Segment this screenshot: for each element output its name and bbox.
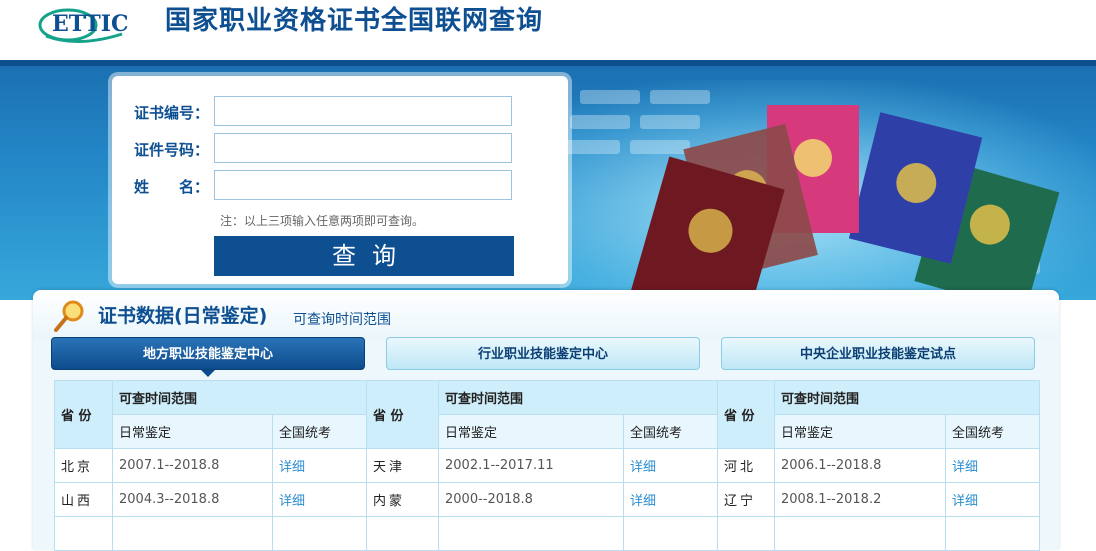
daily-header: 日常鉴定 [112, 414, 273, 449]
range-cell: 2006.1--2018.8 [774, 448, 946, 483]
province-cell: 山西 [54, 482, 113, 517]
search-button[interactable]: 查询 [214, 236, 514, 276]
province-cell: 北京 [54, 448, 113, 483]
national-header: 全国统考 [623, 414, 718, 449]
id-no-label: 证件号码： [134, 141, 210, 159]
detail-link[interactable]: 详细 [945, 448, 1040, 483]
active-tab-pointer [201, 370, 215, 377]
section-title: 证书数据(日常鉴定) [98, 305, 268, 327]
table-row: 山西 2004.3--2018.8 详细 内蒙 2000--2018.8 详细 … [54, 482, 1040, 517]
range-header: 可查时间范围 [438, 380, 718, 415]
id-no-input[interactable] [214, 133, 512, 163]
section-subtitle: 可查询时间范围 [293, 312, 391, 328]
tab-industry-center[interactable]: 行业职业技能鉴定中心 [386, 337, 700, 370]
province-cell: 天津 [366, 448, 439, 483]
daily-header: 日常鉴定 [774, 414, 946, 449]
magnifier-icon [54, 300, 84, 332]
range-cell: 2002.1--2017.11 [438, 448, 624, 483]
table-row: 北京 2007.1--2018.8 详细 天津 2002.1--2017.11 … [54, 448, 1040, 483]
range-cell: 2008.1--2018.2 [774, 482, 946, 517]
site-title: 国家职业资格证书全国联网查询 [165, 6, 544, 36]
table-row [54, 516, 1040, 551]
cert-no-input[interactable] [214, 96, 512, 126]
range-cell: 2000--2018.8 [438, 482, 624, 517]
daily-header: 日常鉴定 [438, 414, 624, 449]
range-cell: 2007.1--2018.8 [112, 448, 273, 483]
detail-link[interactable]: 详细 [945, 482, 1040, 517]
province-cell: 辽宁 [717, 482, 775, 517]
query-range-table: 省 份 可查时间范围 省 份 可查时间范围 省 份 可查时间范围 日常鉴定 全国… [54, 380, 1040, 551]
ettic-logo: ETTIC [38, 8, 129, 44]
detail-link[interactable]: 详细 [272, 448, 367, 483]
cert-no-label: 证书编号： [134, 104, 210, 122]
national-header: 全国统考 [945, 414, 1040, 449]
detail-link[interactable]: 详细 [272, 482, 367, 517]
search-panel: 证书编号： 证件号码： 姓 名： 注：以上三项输入任意两项即可查询。 查询 [112, 76, 568, 284]
range-header: 可查时间范围 [774, 380, 1040, 415]
province-header: 省 份 [366, 380, 439, 449]
range-header: 可查时间范围 [112, 380, 367, 415]
name-input[interactable] [214, 170, 512, 200]
range-cell: 2004.3--2018.8 [112, 482, 273, 517]
tab-local-center[interactable]: 地方职业技能鉴定中心 [51, 337, 365, 370]
table-header-row: 省 份 可查时间范围 省 份 可查时间范围 省 份 可查时间范围 [54, 380, 1040, 449]
certificate-data-section: 证书数据(日常鉴定) 可查询时间范围 地方职业技能鉴定中心 行业职业技能鉴定中心… [33, 290, 1059, 551]
name-label: 姓 名： [134, 178, 210, 196]
header: ETTIC 国家职业资格证书全国联网查询 [0, 0, 1096, 60]
certificate-books-illustration [560, 90, 1060, 300]
detail-link[interactable]: 详细 [623, 482, 718, 517]
table-subheader-row: 日常鉴定 全国统考 日常鉴定 全国统考 日常鉴定 全国统考 [55, 414, 1040, 449]
national-header: 全国统考 [272, 414, 367, 449]
svg-text:ETTIC: ETTIC [52, 11, 129, 37]
province-header: 省 份 [54, 380, 113, 449]
province-cell: 河北 [717, 448, 775, 483]
search-note: 注：以上三项输入任意两项即可查询。 [220, 214, 425, 228]
province-cell: 内蒙 [366, 482, 439, 517]
detail-link[interactable]: 详细 [623, 448, 718, 483]
province-header: 省 份 [717, 380, 775, 449]
tab-central-enterprise[interactable]: 中央企业职业技能鉴定试点 [721, 337, 1035, 370]
